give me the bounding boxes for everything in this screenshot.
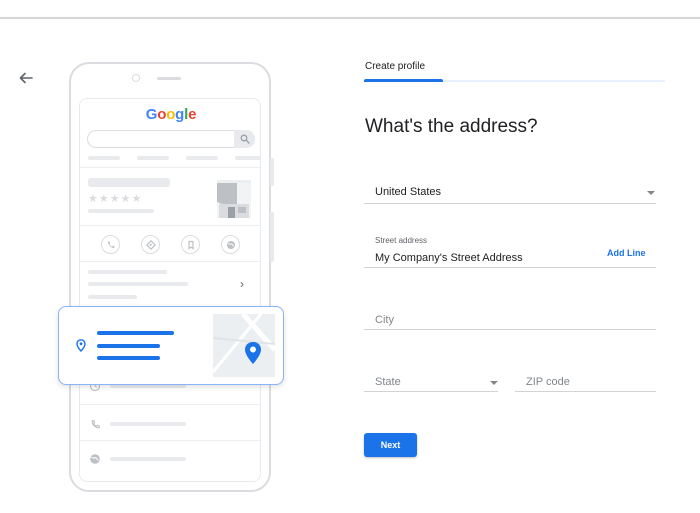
mock-website-action [221, 235, 240, 254]
logo-letter: o [166, 106, 176, 123]
zip-code-placeholder: ZIP code [526, 376, 570, 388]
bookmark-icon [187, 240, 194, 250]
phone-icon [88, 417, 102, 431]
location-pin-icon [76, 339, 86, 352]
mock-business-name [88, 178, 170, 187]
globe-icon [226, 240, 235, 249]
phone-icon [107, 241, 114, 248]
phone-camera [132, 74, 140, 82]
top-divider [0, 17, 700, 19]
google-logo: Google [80, 106, 260, 123]
city-field[interactable]: City [364, 304, 656, 330]
street-address-value: My Company's Street Address [375, 252, 523, 264]
mock-divider [80, 225, 260, 226]
dropdown-arrow-icon [647, 191, 655, 195]
mock-address-line [97, 344, 160, 348]
mock-category [88, 209, 154, 213]
zip-code-field[interactable]: ZIP code [515, 366, 656, 392]
mock-info-line [110, 422, 186, 426]
arrow-left-icon [19, 72, 33, 84]
city-placeholder: City [375, 314, 394, 326]
logo-letter: e [188, 106, 197, 123]
phone-screen: Google ★★★★★ › [79, 98, 261, 482]
logo-letter: G [145, 106, 158, 123]
state-select[interactable]: State [364, 366, 498, 392]
mock-tab [88, 156, 120, 160]
mock-tab [235, 156, 260, 160]
phone-side-button [270, 212, 274, 262]
mock-search-button [234, 130, 255, 148]
map-thumbnail [213, 314, 275, 377]
tab-active-indicator [364, 79, 443, 82]
mock-divider [80, 404, 260, 405]
tab-create-profile[interactable]: Create profile [365, 61, 425, 72]
search-icon [240, 134, 250, 144]
mock-address-line [97, 331, 174, 335]
street-address-label: Street address [375, 236, 428, 245]
mock-divider [80, 167, 260, 168]
mock-info-line [88, 295, 137, 299]
phone-speaker [157, 77, 181, 80]
mock-info-line [88, 282, 188, 286]
phone-side-button [270, 158, 274, 186]
mock-directions-action [141, 235, 160, 254]
mock-search-bar [87, 130, 255, 148]
mock-tab [137, 156, 169, 160]
state-placeholder: State [375, 376, 401, 388]
add-line-button[interactable]: Add Line [607, 248, 646, 258]
mock-divider [80, 261, 260, 262]
rating-stars: ★★★★★ [88, 193, 143, 205]
address-map-card [58, 306, 284, 385]
mock-info-line [88, 270, 167, 274]
chevron-right-icon: › [240, 277, 244, 291]
next-button[interactable]: Next [364, 433, 417, 457]
country-value: United States [375, 186, 442, 198]
mock-divider [80, 440, 260, 441]
page-title: What's the address? [365, 116, 538, 137]
globe-icon [88, 452, 102, 466]
logo-letter: o [157, 106, 167, 123]
back-button[interactable] [14, 66, 38, 90]
mock-info-line [110, 457, 186, 461]
directions-icon [145, 239, 156, 250]
storefront-icon [217, 180, 251, 218]
logo-letter: g [175, 106, 185, 123]
country-select[interactable]: United States [364, 176, 656, 204]
mock-save-action [181, 235, 200, 254]
mock-address-line [97, 356, 160, 360]
dropdown-arrow-icon [490, 381, 498, 385]
mock-tab [186, 156, 218, 160]
mock-call-action [101, 235, 120, 254]
